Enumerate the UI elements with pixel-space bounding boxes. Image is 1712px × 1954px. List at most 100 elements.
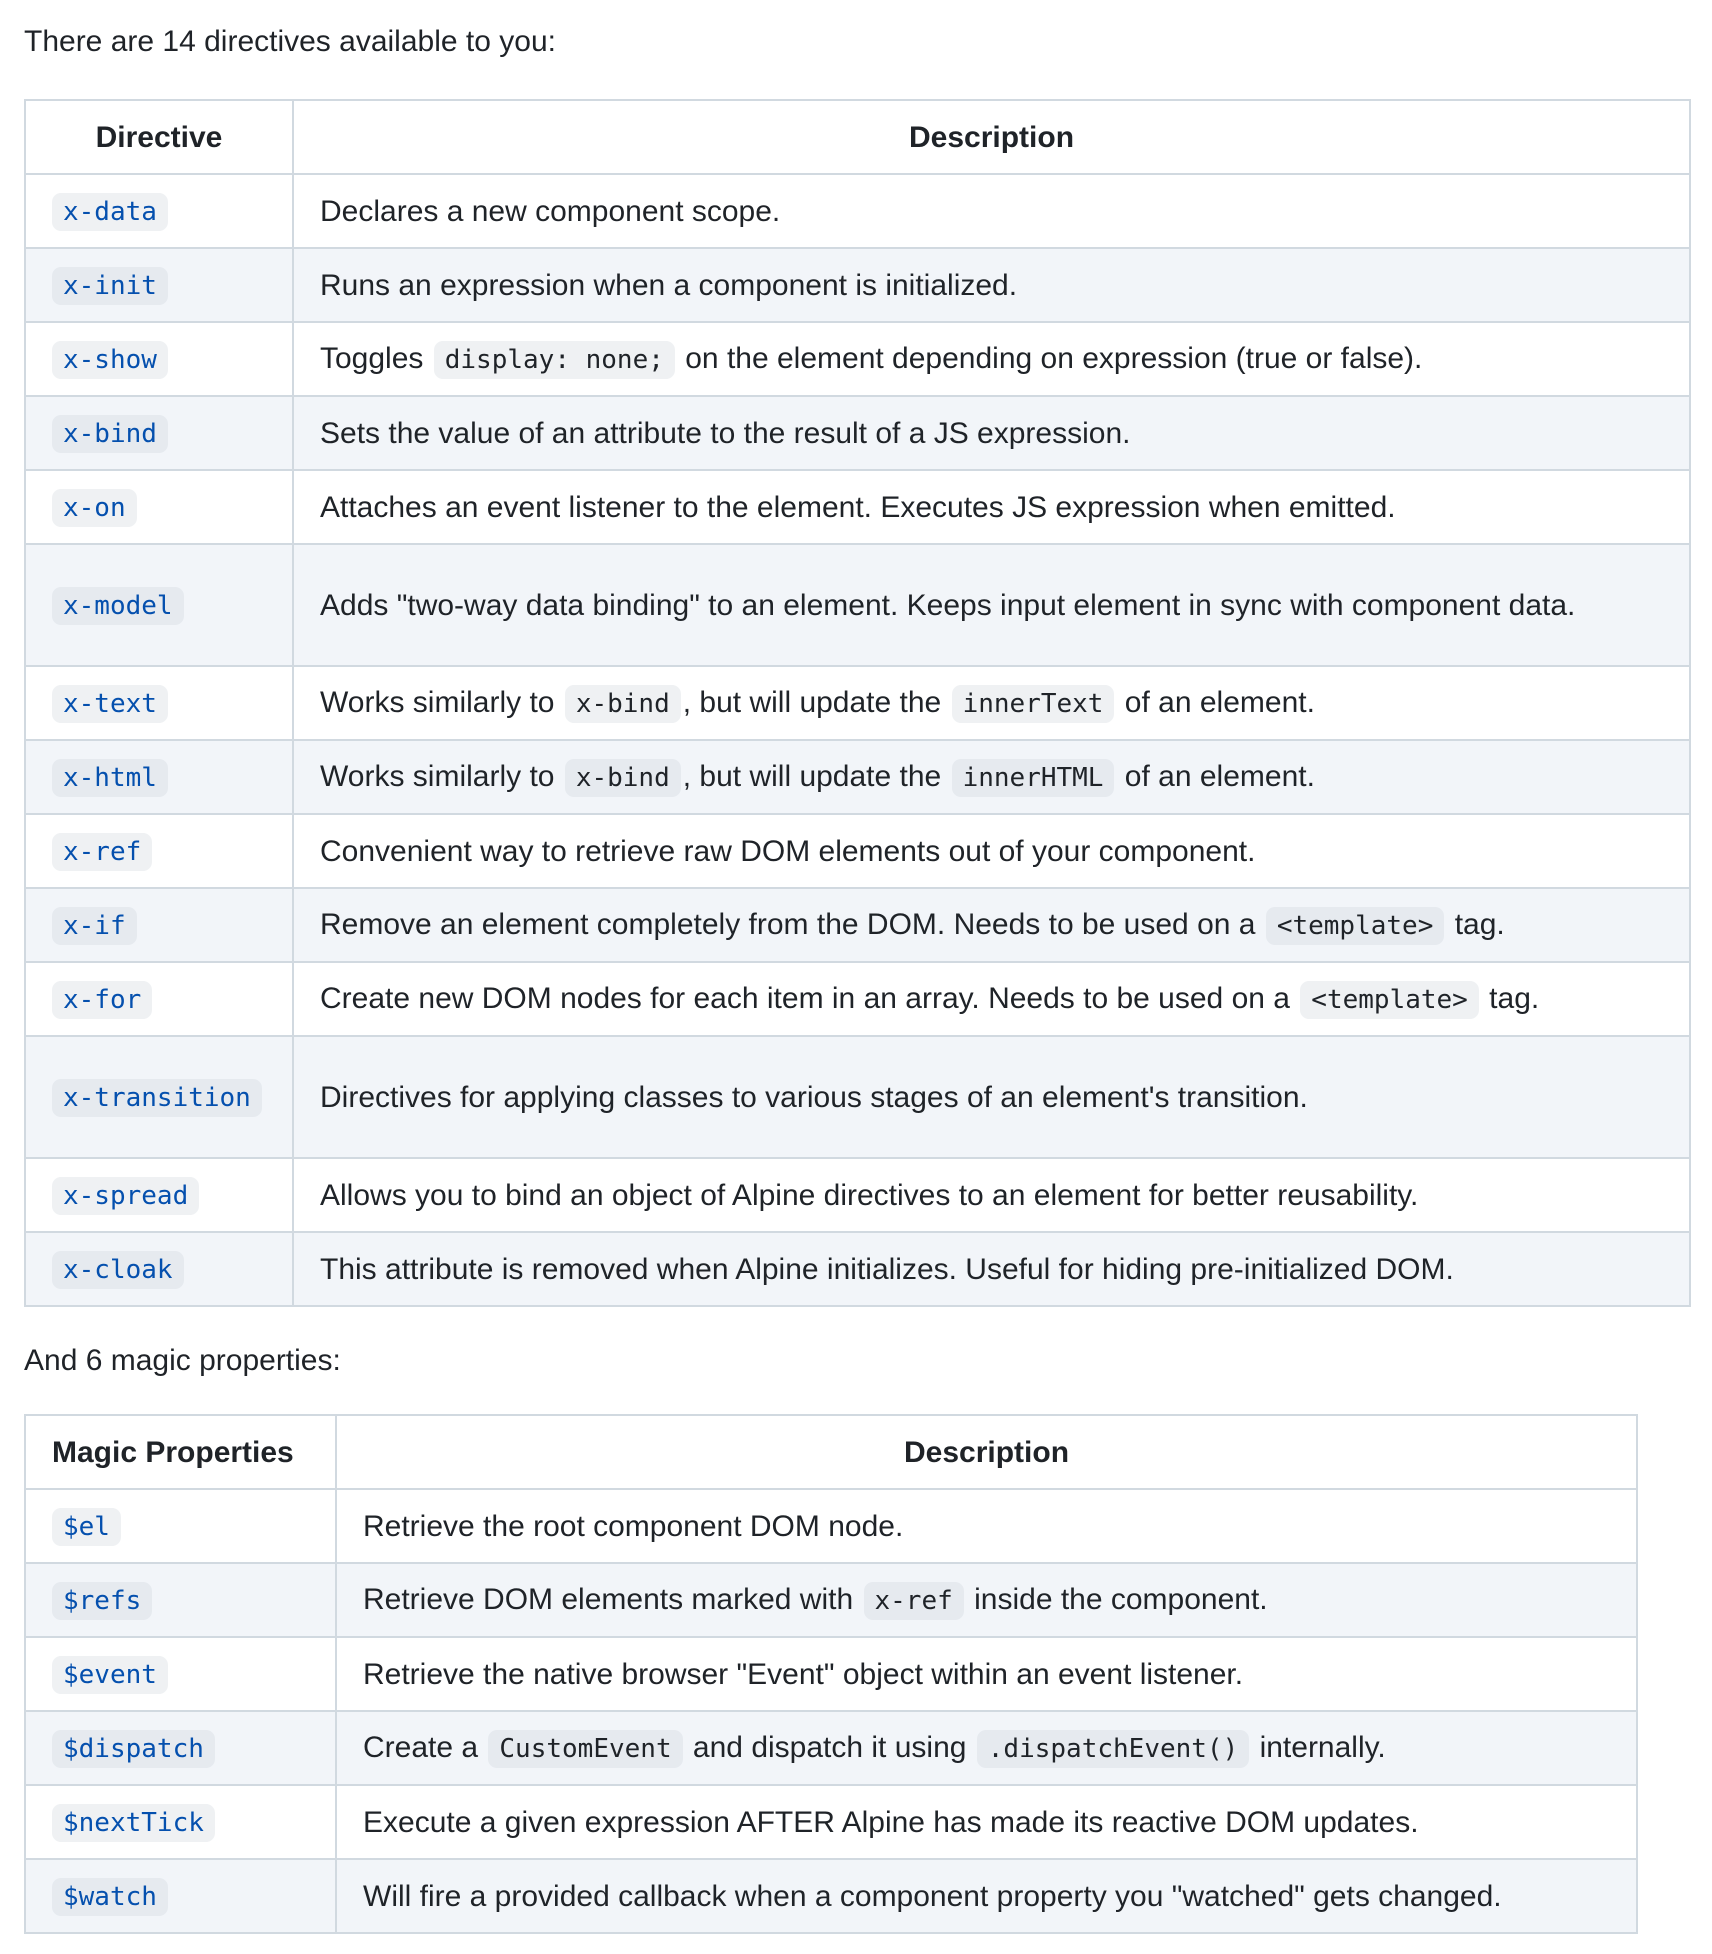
- magic-properties-intro: And 6 magic properties:: [24, 1344, 341, 1377]
- description-cell: Create a CustomEvent and dispatch it usi…: [335, 1710, 1638, 1786]
- description-cell: Attaches an event listener to the elemen…: [292, 469, 1691, 545]
- description-cell: Declares a new component scope.: [292, 173, 1691, 249]
- code-key: $event: [52, 1655, 168, 1694]
- key-cell: x-init: [24, 247, 294, 323]
- description-cell: Execute a given expression AFTER Alpine …: [335, 1784, 1638, 1860]
- key-cell: x-on: [24, 469, 294, 545]
- inline-code: <template>: [1300, 980, 1479, 1019]
- directive-row: x-spread Allows you to bind an object of …: [24, 1157, 1691, 1233]
- description-cell: Create new DOM nodes for each item in an…: [292, 961, 1691, 1037]
- code-key: x-bind: [52, 414, 168, 453]
- code-key: $dispatch: [52, 1729, 215, 1768]
- description-text: of an element.: [1116, 759, 1315, 793]
- description-text: Create new DOM nodes for each item in an…: [320, 981, 1299, 1015]
- description-text: and dispatch it using: [684, 1730, 975, 1764]
- directive-row: x-text Works similarly to x-bind, but wil…: [24, 665, 1691, 741]
- description-cell: Works similarly to x-bind, but will upda…: [292, 739, 1691, 815]
- directives-table: Directive Description x-data Declares a n…: [24, 99, 1691, 1307]
- inline-code: x-bind: [564, 758, 681, 797]
- code-key: x-show: [52, 340, 168, 379]
- code-key: x-model: [52, 586, 184, 625]
- key-cell: x-transition: [24, 1035, 294, 1159]
- directives-intro: There are 14 directives available to you…: [24, 25, 556, 58]
- directive-row: x-init Runs an expression when a componen…: [24, 247, 1691, 323]
- description-text: Sets the value of an attribute to the re…: [320, 416, 1131, 450]
- description-text: Directives for applying classes to vario…: [320, 1080, 1308, 1114]
- description-text: This attribute is removed when Alpine in…: [320, 1252, 1454, 1286]
- directive-row: x-if Remove an element completely from th…: [24, 887, 1691, 963]
- description-text: Works similarly to: [320, 759, 563, 793]
- description-text: Adds "two-way data binding" to an elemen…: [320, 588, 1576, 622]
- description-cell: Directives for applying classes to vario…: [292, 1035, 1691, 1159]
- description-text: Convenient way to retrieve raw DOM eleme…: [320, 834, 1256, 868]
- code-key: x-data: [52, 192, 168, 231]
- code-key: x-text: [52, 684, 168, 723]
- description-cell: Runs an expression when a component is i…: [292, 247, 1691, 323]
- inline-code: x-ref: [863, 1581, 964, 1620]
- description-text: Declares a new component scope.: [320, 194, 781, 228]
- column-header-directive: Directive: [24, 99, 294, 175]
- directive-row: x-ref Convenient way to retrieve raw DOM …: [24, 813, 1691, 889]
- column-header-description: Description: [292, 99, 1691, 175]
- directive-row: x-model Adds "two-way data binding" to an…: [24, 543, 1691, 667]
- description-cell: Retrieve DOM elements marked with x-ref …: [335, 1562, 1638, 1638]
- key-cell: x-cloak: [24, 1231, 294, 1307]
- table-header-row: Magic Properties Description: [24, 1414, 1638, 1490]
- code-key: x-transition: [52, 1078, 262, 1117]
- code-key: x-on: [52, 488, 137, 527]
- magic-property-row: $dispatch Create a CustomEvent and dispat…: [24, 1710, 1638, 1786]
- key-cell: $event: [24, 1636, 337, 1712]
- magic-property-row: $watch Will fire a provided callback when…: [24, 1858, 1638, 1934]
- description-text: Toggles: [320, 341, 432, 375]
- directive-row: x-transition Directives for applying clas…: [24, 1035, 1691, 1159]
- description-text: Retrieve the native browser "Event" obje…: [363, 1657, 1244, 1691]
- description-text: Runs an expression when a component is i…: [320, 268, 1018, 302]
- description-text: internally.: [1251, 1730, 1386, 1764]
- description-text: on the element depending on expression (…: [676, 341, 1423, 375]
- description-cell: Toggles display: none; on the element de…: [292, 321, 1691, 397]
- description-cell: Works similarly to x-bind, but will upda…: [292, 665, 1691, 741]
- key-cell: $refs: [24, 1562, 337, 1638]
- key-cell: x-for: [24, 961, 294, 1037]
- key-cell: x-html: [24, 739, 294, 815]
- key-cell: x-spread: [24, 1157, 294, 1233]
- description-text: tag.: [1480, 981, 1540, 1015]
- directive-row: x-on Attaches an event listener to the el…: [24, 469, 1691, 545]
- key-cell: x-show: [24, 321, 294, 397]
- code-key: x-cloak: [52, 1250, 184, 1289]
- directive-row: x-data Declares a new component scope.: [24, 173, 1691, 249]
- inline-code: innerHTML: [951, 758, 1115, 797]
- description-cell: This attribute is removed when Alpine in…: [292, 1231, 1691, 1307]
- description-text: Will fire a provided callback when a com…: [363, 1879, 1502, 1913]
- description-cell: Will fire a provided callback when a com…: [335, 1858, 1638, 1934]
- table-header-row: Directive Description: [24, 99, 1691, 175]
- key-cell: x-if: [24, 887, 294, 963]
- description-text: , but will update the: [682, 685, 950, 719]
- magic-properties-table: Magic Properties Description $el Retrieve…: [24, 1414, 1638, 1934]
- readme-content: There are 14 directives available to you…: [0, 0, 1712, 1934]
- description-text: , but will update the: [682, 759, 950, 793]
- column-header-description: Description: [335, 1414, 1638, 1490]
- description-text: Allows you to bind an object of Alpine d…: [320, 1178, 1419, 1212]
- column-header-magic-properties: Magic Properties: [24, 1414, 337, 1490]
- inline-code: .dispatchEvent(): [976, 1729, 1250, 1768]
- code-key: x-for: [52, 980, 153, 1019]
- directive-row: x-show Toggles display: none; on the elem…: [24, 321, 1691, 397]
- description-text: of an element.: [1116, 685, 1315, 719]
- code-key: x-spread: [52, 1176, 200, 1215]
- inline-code: <template>: [1265, 906, 1445, 945]
- magic-property-row: $refs Retrieve DOM elements marked with x…: [24, 1562, 1638, 1638]
- magic-property-row: $el Retrieve the root component DOM node.: [24, 1488, 1638, 1564]
- key-cell: $watch: [24, 1858, 337, 1934]
- code-key: x-init: [52, 266, 168, 305]
- key-cell: x-model: [24, 543, 294, 667]
- inline-code: CustomEvent: [488, 1729, 683, 1768]
- directive-row: x-cloak This attribute is removed when Al…: [24, 1231, 1691, 1307]
- description-cell: Adds "two-way data binding" to an elemen…: [292, 543, 1691, 667]
- directive-row: x-for Create new DOM nodes for each item …: [24, 961, 1691, 1037]
- code-key: x-ref: [52, 832, 153, 871]
- magic-property-row: $nextTick Execute a given expression AFTE…: [24, 1784, 1638, 1860]
- directive-row: x-html Works similarly to x-bind, but wil…: [24, 739, 1691, 815]
- description-text: Execute a given expression AFTER Alpine …: [363, 1805, 1419, 1839]
- description-cell: Remove an element completely from the DO…: [292, 887, 1691, 963]
